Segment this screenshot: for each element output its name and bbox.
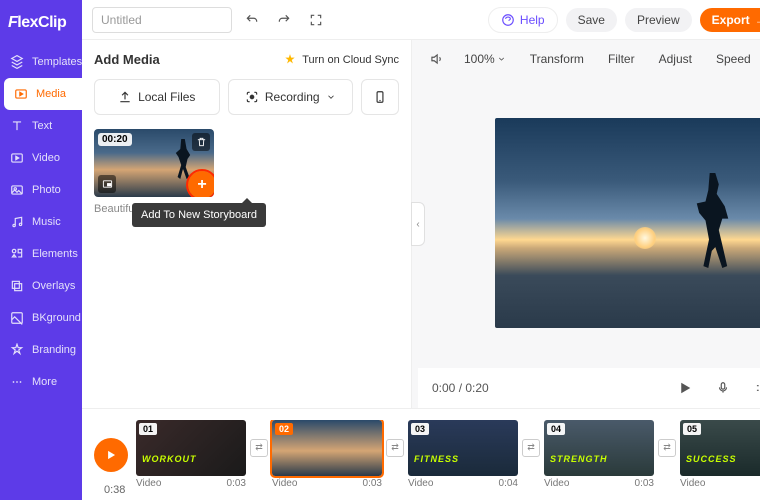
nav-templates[interactable]: Templates	[0, 46, 82, 78]
redo-button[interactable]	[272, 8, 296, 32]
topbar: Help Save Preview Export → Sign Up	[82, 0, 760, 40]
project-title-input[interactable]	[92, 7, 232, 33]
volume-button[interactable]	[424, 47, 448, 71]
preview-button[interactable]: Preview	[625, 8, 692, 32]
transition-button[interactable]: ⇄	[250, 439, 268, 457]
timeline-clip[interactable]: 03FITNESS Video0:04	[408, 420, 518, 489]
transition-button[interactable]: ⇄	[522, 439, 540, 457]
fullscreen-button[interactable]	[304, 8, 328, 32]
nav-overlays[interactable]: Overlays	[0, 270, 82, 302]
nav-music[interactable]: Music	[0, 206, 82, 238]
cloud-sync-toggle[interactable]: Turn on Cloud Sync	[283, 53, 399, 67]
help-button[interactable]: Help	[488, 7, 558, 33]
mic-button[interactable]	[711, 376, 735, 400]
undo-button[interactable]	[240, 8, 264, 32]
timeline-clip[interactable]: 01WORKOUT Video0:03	[136, 420, 246, 489]
timeline-play-button[interactable]	[94, 438, 128, 472]
save-button[interactable]: Save	[566, 8, 617, 32]
nav-elements[interactable]: Elements	[0, 238, 82, 270]
pip-button[interactable]	[98, 175, 116, 193]
add-to-storyboard-button[interactable]: +	[188, 171, 214, 197]
timeline: 0:38 01WORKOUT Video0:03 ⇄ 02 Video0:03 …	[82, 408, 760, 500]
clip-duration: 00:20	[98, 133, 132, 146]
nav-video[interactable]: Video	[0, 142, 82, 174]
recording-button[interactable]: Recording	[228, 79, 354, 115]
mobile-upload-button[interactable]	[361, 79, 399, 115]
nav-more[interactable]: More	[0, 366, 82, 398]
chevron-down-icon	[326, 90, 336, 104]
split-button[interactable]	[749, 376, 760, 400]
timeline-clip[interactable]: 04STRENGTH Video0:03	[544, 420, 654, 489]
transition-button[interactable]: ⇄	[386, 439, 404, 457]
delete-clip-button[interactable]	[192, 133, 210, 151]
logo: FlexClip	[0, 10, 82, 46]
nav-photo[interactable]: Photo	[0, 174, 82, 206]
preview-canvas[interactable]	[495, 118, 760, 328]
nav-text[interactable]: Text	[0, 110, 82, 142]
transform-tool[interactable]: Transform	[522, 48, 592, 70]
timeline-clip[interactable]: 05SUCCESS Video0:03	[680, 420, 760, 489]
media-panel: Add Media Turn on Cloud Sync Local Files…	[82, 40, 412, 408]
arrow-right-icon: →	[755, 13, 760, 27]
media-clip[interactable]: 00:20 + Beautiful Add To New Storyboard	[94, 129, 214, 215]
transition-button[interactable]: ⇄	[658, 439, 676, 457]
timeline-clip[interactable]: 02 Video0:03	[272, 420, 382, 489]
export-button[interactable]: Export →	[700, 8, 760, 32]
time-display: 0:00 / 0:20	[432, 381, 489, 395]
playhead-time: 0:38	[104, 484, 125, 496]
nav-bkground[interactable]: BKground	[0, 302, 82, 334]
filter-tool[interactable]: Filter	[600, 48, 643, 70]
tooltip: Add To New Storyboard	[132, 203, 266, 227]
speed-tool[interactable]: Speed	[708, 48, 759, 70]
adjust-tool[interactable]: Adjust	[651, 48, 700, 70]
play-button[interactable]	[673, 376, 697, 400]
sidebar: FlexClip Templates Media Text Video Phot…	[0, 0, 82, 500]
panel-title: Add Media	[94, 52, 160, 67]
nav-branding[interactable]: Branding	[0, 334, 82, 366]
preview-panel: ‹ 100% Transform Filter Adjust Speed 0:0	[412, 40, 760, 408]
local-files-button[interactable]: Local Files	[94, 79, 220, 115]
zoom-select[interactable]: 100%	[456, 48, 514, 70]
nav-media[interactable]: Media	[4, 78, 82, 110]
